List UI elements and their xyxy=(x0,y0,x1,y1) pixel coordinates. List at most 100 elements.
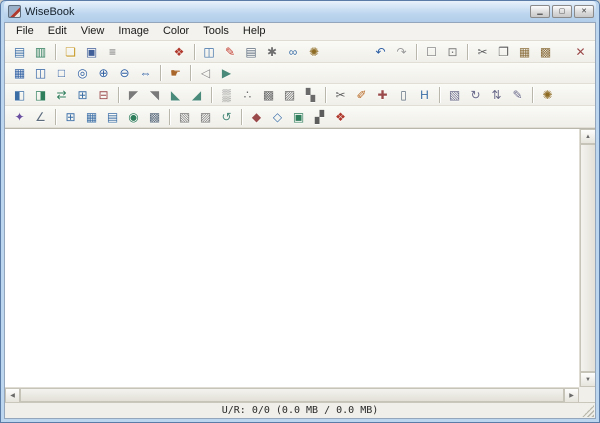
horizontal-scrollbar[interactable]: ◀ ▶ xyxy=(5,387,579,402)
print-icon[interactable]: ≡ xyxy=(103,43,122,61)
select-region-icon[interactable]: ⊡ xyxy=(443,43,462,61)
zoom-in-icon[interactable]: ⊕ xyxy=(94,64,113,82)
deskew-right-icon[interactable]: ◢ xyxy=(187,86,206,104)
save-icon[interactable]: ▣ xyxy=(82,43,101,61)
measure-icon[interactable]: ∠ xyxy=(31,108,50,126)
open-folder-icon[interactable]: ❏ xyxy=(61,43,80,61)
page-layout-icon[interactable]: ▤ xyxy=(10,43,29,61)
paste-special-icon[interactable]: ▩ xyxy=(536,43,555,61)
scroll-up-button[interactable]: ▲ xyxy=(580,129,596,144)
document-info-icon[interactable]: ▤ xyxy=(242,43,261,61)
erase-region-icon[interactable]: ✐ xyxy=(352,86,371,104)
toolbar-view-group: ❖ ◫✎▤✱∞✺ xyxy=(169,43,325,61)
toolbar-separator xyxy=(241,109,242,125)
repair-icon[interactable]: ✚ xyxy=(373,86,392,104)
document-area[interactable]: ▲ ▼ ◀ ▶ xyxy=(5,128,595,402)
vertical-scroll-thumb[interactable] xyxy=(580,144,596,372)
scroll-right-button[interactable]: ▶ xyxy=(564,388,579,403)
book-pages-icon[interactable]: ▥ xyxy=(31,43,50,61)
despeckle-icon[interactable]: ▒ xyxy=(217,86,236,104)
fit-width-icon[interactable]: ◫ xyxy=(31,64,50,82)
columns-view-icon[interactable]: ◫ xyxy=(200,43,219,61)
title-bar[interactable]: WiseBook ▁▢✕ xyxy=(4,1,596,22)
deskew-left-icon[interactable]: ◣ xyxy=(166,86,185,104)
scroll-down-button[interactable]: ▼ xyxy=(580,372,596,387)
actual-size-icon[interactable]: ⇔ xyxy=(136,64,155,82)
paste-icon[interactable]: ▦ xyxy=(515,43,534,61)
vertical-scrollbar[interactable]: ▲ ▼ xyxy=(579,129,595,387)
toolbar-separator xyxy=(416,44,417,60)
fit-page-icon[interactable]: □ xyxy=(52,64,71,82)
window-title: WiseBook xyxy=(25,6,530,18)
toolbar-row-1: ▤▥❏▣≡ ❖◫✎▤✱∞✺ ↶↷☐⊡✂❐▦▩ ✕ xyxy=(5,41,595,63)
delete-icon[interactable]: ✕ xyxy=(571,43,590,61)
redo-icon[interactable]: ↷ xyxy=(392,43,411,61)
palette-icon[interactable]: ❖ xyxy=(331,108,350,126)
checker-icon[interactable]: ▞ xyxy=(310,108,329,126)
batch-resize-icon[interactable]: ▧ xyxy=(445,86,464,104)
thumbnail-view-icon[interactable]: ▤ xyxy=(103,108,122,126)
sharpen-icon[interactable]: ◆ xyxy=(247,108,266,126)
remove-border-icon[interactable]: ▩ xyxy=(259,86,278,104)
zoom-tool-icon[interactable]: ◎ xyxy=(73,64,92,82)
clean-background-icon[interactable]: ▨ xyxy=(280,86,299,104)
layers-icon[interactable]: ❖ xyxy=(170,43,189,61)
next-page-icon[interactable]: ▶ xyxy=(217,64,236,82)
cut-icon[interactable]: ✂ xyxy=(473,43,492,61)
menu-item-tools[interactable]: Tools xyxy=(196,24,236,39)
binarize-icon[interactable]: ▚ xyxy=(301,86,320,104)
close-button[interactable]: ✕ xyxy=(574,5,594,18)
app-icon xyxy=(8,5,21,18)
menu-item-edit[interactable]: Edit xyxy=(41,24,74,39)
align-right-icon[interactable]: ◥ xyxy=(145,86,164,104)
rotate-view-icon[interactable]: ↺ xyxy=(217,108,236,126)
photo-icon[interactable]: ▣ xyxy=(289,108,308,126)
first-page-icon[interactable]: ▧ xyxy=(175,108,194,126)
soften-icon[interactable]: ◇ xyxy=(268,108,287,126)
resize-grip[interactable] xyxy=(582,405,594,417)
select-all-icon[interactable]: ☐ xyxy=(422,43,441,61)
hand-tool-icon[interactable]: ☛ xyxy=(166,64,185,82)
remove-dots-icon[interactable]: ∴ xyxy=(238,86,257,104)
batch-convert-icon[interactable]: ⇅ xyxy=(487,86,506,104)
prev-page-icon[interactable]: ◁ xyxy=(196,64,215,82)
toolbar-row-3: ◧◨⇄⊞⊟ ◤◥◣◢ ▒∴▩▨▚ ✂✐✚▯H ▧↻⇅✎ ✺ xyxy=(5,84,595,106)
tools-icon[interactable]: ✱ xyxy=(263,43,282,61)
batch-rotate-icon[interactable]: ↻ xyxy=(466,86,485,104)
insert-page-icon[interactable]: ⊞ xyxy=(73,86,92,104)
menu-item-color[interactable]: Color xyxy=(156,24,196,39)
maximize-button[interactable]: ▢ xyxy=(552,5,572,18)
crop-icon[interactable]: ✂ xyxy=(331,86,350,104)
toolbar-separator xyxy=(439,87,440,103)
align-left-icon[interactable]: ◤ xyxy=(124,86,143,104)
header-footer-icon[interactable]: H xyxy=(415,86,434,104)
original-view-icon[interactable]: ▦ xyxy=(10,64,29,82)
swap-pages-icon[interactable]: ⇄ xyxy=(52,86,71,104)
pixel-grid-icon[interactable]: ▩ xyxy=(145,108,164,126)
menu-item-file[interactable]: File xyxy=(9,24,41,39)
menu-item-help[interactable]: Help xyxy=(236,24,273,39)
last-page-icon[interactable]: ▨ xyxy=(196,108,215,126)
scroll-left-button[interactable]: ◀ xyxy=(5,388,20,403)
horizontal-scroll-thumb[interactable] xyxy=(20,388,564,402)
book-view-icon[interactable]: ▯ xyxy=(394,86,413,104)
marker-icon[interactable]: ✎ xyxy=(221,43,240,61)
magic-wand-icon[interactable]: ✦ xyxy=(10,108,29,126)
toolbar-separator xyxy=(160,65,161,81)
menu-item-image[interactable]: Image xyxy=(111,24,156,39)
process-all-icon[interactable]: ✺ xyxy=(538,86,557,104)
options-icon[interactable]: ✺ xyxy=(305,43,324,61)
link-pages-icon[interactable]: ∞ xyxy=(284,43,303,61)
minimize-button[interactable]: ▁ xyxy=(530,5,550,18)
preview-icon[interactable]: ◉ xyxy=(124,108,143,126)
undo-icon[interactable]: ↶ xyxy=(371,43,390,61)
zoom-out-icon[interactable]: ⊖ xyxy=(115,64,134,82)
table-view-icon[interactable]: ▦ xyxy=(82,108,101,126)
grid-view-icon[interactable]: ⊞ xyxy=(61,108,80,126)
delete-page-icon[interactable]: ⊟ xyxy=(94,86,113,104)
menu-item-view[interactable]: View xyxy=(74,24,112,39)
split-pages-icon[interactable]: ◧ xyxy=(10,86,29,104)
merge-pages-icon[interactable]: ◨ xyxy=(31,86,50,104)
batch-rename-icon[interactable]: ✎ xyxy=(508,86,527,104)
copy-icon[interactable]: ❐ xyxy=(494,43,513,61)
